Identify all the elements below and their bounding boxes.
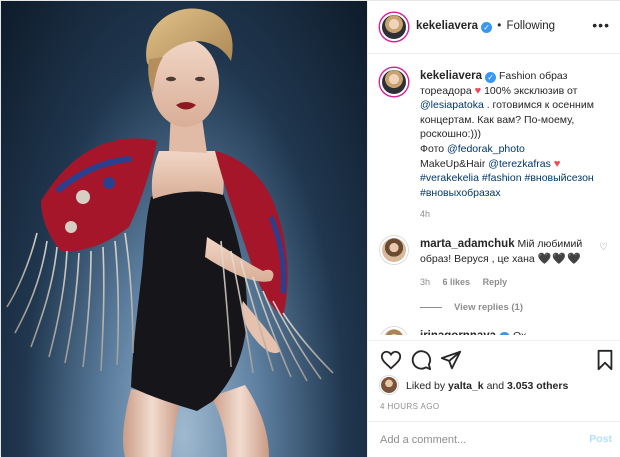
heart-outline-icon[interactable] (380, 349, 402, 371)
bookmark-icon[interactable] (594, 349, 616, 371)
liked-by-prefix: Liked by (406, 380, 446, 392)
more-options-icon[interactable]: ••• (592, 17, 610, 33)
hashtag-links[interactable]: #verakekelia #fashion #вновыйсезон #внов… (420, 172, 594, 199)
liked-by-and: and (486, 380, 505, 392)
post-timestamp[interactable]: 4 HOURS AGO (380, 402, 440, 411)
caption-part: Фото (420, 142, 445, 155)
paper-plane-icon[interactable] (440, 349, 462, 371)
comment-text: marta_adamchuk Мій любимий образ! Веруся… (420, 237, 596, 266)
author-avatar[interactable] (380, 13, 408, 41)
comment-input[interactable] (380, 432, 570, 448)
comment-time: 3h (420, 277, 431, 287)
post-side-panel: kekeliavera ✓ • Following ••• kekeliavera… (367, 1, 620, 457)
photo-illustration (6, 8, 334, 457)
comment-text: irinagornnaya✓ Ох (420, 329, 610, 335)
comment-body: Ох (513, 330, 526, 335)
verified-badge-icon: ✓ (499, 332, 511, 335)
caption-avatar[interactable] (380, 68, 408, 96)
commenter-avatar[interactable] (380, 236, 408, 264)
commenter-username[interactable]: marta_adamchuk (420, 238, 515, 250)
speech-bubble-icon[interactable] (410, 349, 432, 371)
mention-link[interactable]: @lesiapatoka (420, 99, 484, 111)
separator-dot: • (497, 20, 502, 32)
liked-by-text: Liked by yalta_k and 3.053 others (406, 380, 568, 392)
post-photo[interactable] (1, 1, 367, 457)
liker-avatar[interactable] (380, 376, 398, 394)
red-heart-emoji-icon: ♥ (474, 84, 482, 97)
verified-badge-icon: ✓ (481, 22, 493, 33)
caption-time: 4h (420, 209, 440, 219)
liker-username[interactable]: yalta_k (448, 380, 484, 392)
post-header: kekeliavera ✓ • Following ••• (368, 1, 620, 54)
instagram-post: kekeliavera ✓ • Following ••• kekeliavera… (0, 0, 620, 457)
post-button[interactable]: Post (589, 433, 612, 445)
comment-meta: 3h 6 likes Reply (420, 277, 517, 287)
author-username[interactable]: kekeliavera (416, 20, 478, 32)
mention-link[interactable]: @fedorak_photo (447, 143, 525, 155)
caption-part: 100% эксклюзив от (484, 84, 578, 97)
black-hearts-emoji-icon: 🖤🖤🖤 (537, 252, 582, 265)
red-heart-emoji-icon: ♥ (553, 157, 561, 170)
caption-time-text: 4h (420, 209, 431, 219)
comment-likes-count[interactable]: 6 likes (443, 277, 471, 287)
mention-link[interactable]: @terezkafras (488, 158, 551, 170)
commenter-username[interactable]: irinagornnaya (420, 330, 496, 335)
others-count[interactable]: 3.053 others (507, 380, 568, 392)
header-user-line: kekeliavera ✓ • Following (416, 20, 555, 33)
following-button[interactable]: Following (506, 20, 555, 32)
caption-text: kekeliavera ✓ Fashion образ тореадора ♥ 1… (420, 69, 610, 200)
post-actions-bar (368, 340, 620, 376)
reply-button[interactable]: Reply (483, 277, 508, 287)
comment-like-heart-icon[interactable]: ♡ (599, 242, 608, 253)
caption-username[interactable]: kekeliavera (420, 70, 482, 82)
add-comment-bar: Post (368, 421, 620, 457)
verified-badge-icon: ✓ (485, 72, 497, 83)
caption-part: MakeUp&Hair (420, 157, 486, 170)
commenter-avatar[interactable] (380, 327, 408, 335)
view-replies-button[interactable]: View replies (1) (420, 302, 523, 313)
comments-list[interactable]: kekeliavera ✓ Fashion образ тореадора ♥ 1… (368, 55, 620, 335)
